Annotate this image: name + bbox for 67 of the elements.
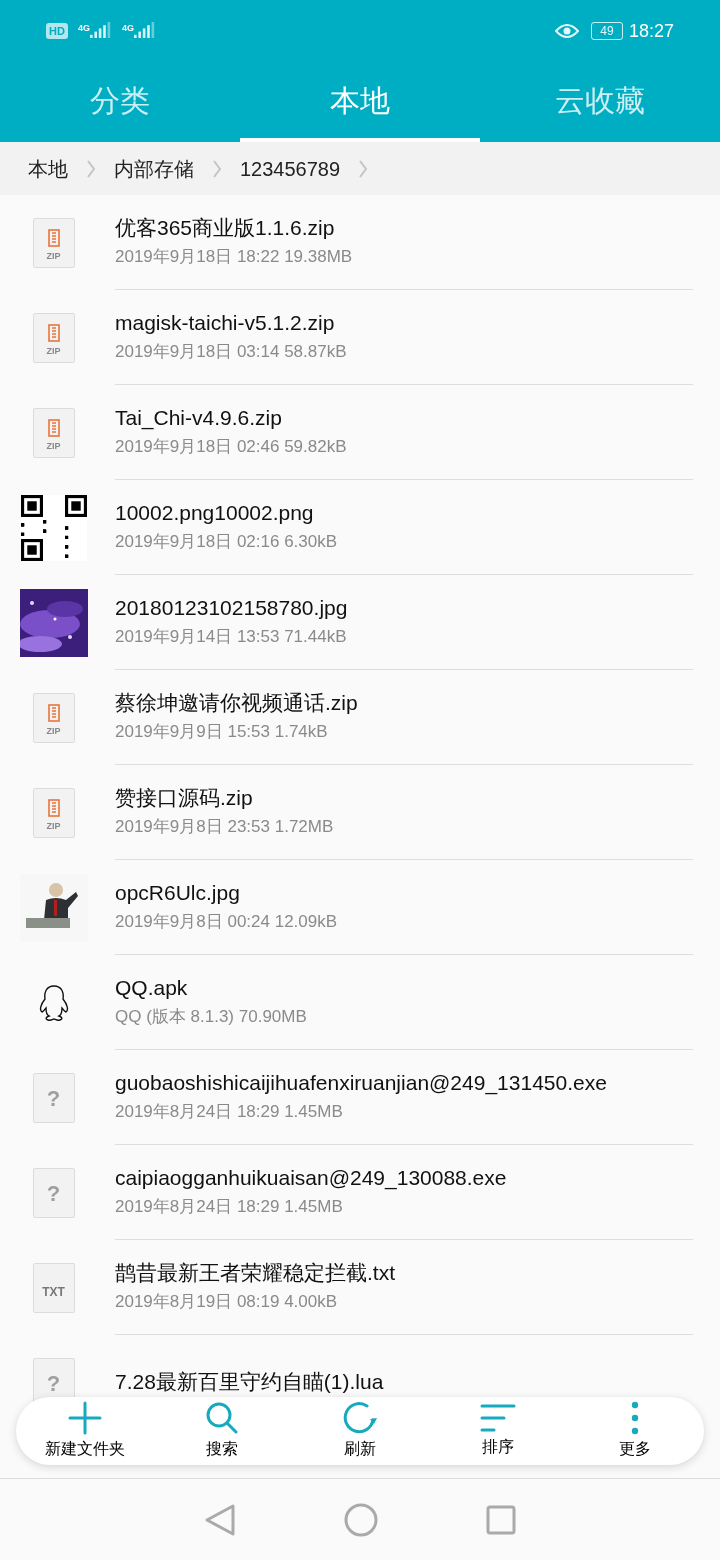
- toolbar-button[interactable]: 搜索: [153, 1401, 292, 1461]
- toolbar-button[interactable]: 新建文件夹: [16, 1401, 154, 1461]
- network-label: 4G: [121, 22, 134, 35]
- toolbar-button[interactable]: 排序: [428, 1403, 567, 1459]
- refresh-icon: [343, 1401, 377, 1435]
- file-type-label: ZIP: [46, 346, 61, 356]
- status-time: 18:27: [628, 19, 674, 43]
- zipper-icon: [47, 228, 60, 247]
- eye-icon: [554, 23, 579, 39]
- file-type-label: ZIP: [46, 251, 61, 261]
- battery-icon: 49: [590, 22, 623, 40]
- file-name: guobaoshishicaijihuafenxiruanjian@249_131450.exe: [115, 1070, 608, 1097]
- zipper-icon: [47, 798, 60, 817]
- sort-icon: [479, 1403, 516, 1433]
- file-type-label: ?: [46, 1182, 61, 1205]
- file-type-label: TXT: [42, 1285, 65, 1298]
- zipper-icon: [47, 323, 60, 342]
- file-details: 2019年9月8日 23:53 1.72MB: [115, 816, 335, 838]
- toolbar-button[interactable]: 更多: [566, 1401, 704, 1461]
- file-type-label: ?: [46, 1087, 61, 1110]
- qr-code-icon: [20, 494, 87, 561]
- recents-icon[interactable]: [486, 1504, 516, 1535]
- chevron-right-icon: [358, 158, 369, 179]
- search-icon: [205, 1401, 240, 1435]
- file-details: 2019年9月14日 13:53 71.44kB: [115, 626, 348, 648]
- plus-icon: [67, 1401, 102, 1435]
- file-details: 2019年9月18日 02:16 6.30kB: [115, 531, 339, 553]
- file-name: 蔡徐坤邀请你视频通话.zip: [115, 690, 359, 716]
- file-type-label: ?: [46, 1372, 61, 1395]
- zipper-icon: [47, 418, 60, 437]
- file-details: 2019年8月24日 18:29 1.45MB: [115, 1101, 344, 1123]
- file-details: 2019年9月8日 00:24 12.09kB: [115, 911, 339, 933]
- file-type-label: ZIP: [46, 726, 61, 736]
- breadcrumb-item[interactable]: 本地: [28, 153, 68, 184]
- zipper-icon: [47, 703, 60, 722]
- file-details: QQ (版本 8.1.3) 70.90MB: [115, 1006, 308, 1028]
- file-name: 20180123102158780.jpg: [115, 595, 349, 621]
- file-name: 鹊昔最新王者荣耀稳定拦截.txt: [115, 1260, 396, 1286]
- breadcrumb-item[interactable]: 123456789: [240, 153, 341, 184]
- file-details: 2019年9月18日 18:22 19.38MB: [115, 246, 354, 268]
- file-details: 2019年9月18日 02:46 59.82kB: [115, 436, 348, 458]
- file-name: caipiaogganhuikuaisan@249_130088.exe: [115, 1165, 508, 1192]
- file-type-label: ZIP: [46, 821, 61, 831]
- more-icon: [631, 1401, 640, 1435]
- file-details: 2019年9月18日 03:14 58.87kB: [115, 341, 348, 363]
- file-name: 赞接口源码.zip: [115, 785, 254, 811]
- file-type-label: ZIP: [46, 441, 61, 451]
- file-details: 2019年9月9日 15:53 1.74kB: [115, 721, 329, 743]
- home-icon[interactable]: [344, 1502, 378, 1537]
- chevron-right-icon: [212, 158, 222, 179]
- file-name: Tai_Chi-v4.9.6.zip: [115, 405, 283, 432]
- file-name: opcR6Ulc.jpg: [115, 880, 241, 906]
- file-name: 优客365商业版1.1.6.zip: [115, 215, 336, 241]
- toolbar-button[interactable]: 刷新: [291, 1401, 429, 1461]
- chevron-right-icon: [86, 158, 96, 179]
- file-details: 2019年8月19日 08:19 4.00kB: [115, 1291, 339, 1313]
- signal-icon: [89, 22, 112, 40]
- signal-icon: [133, 22, 156, 40]
- file-name: 7.28最新百里守约自瞄(1).lua: [115, 1369, 385, 1395]
- breadcrumb-item[interactable]: 内部存储: [114, 153, 194, 184]
- back-icon[interactable]: [204, 1502, 236, 1537]
- file-name: QQ.apk: [115, 975, 189, 1001]
- file-name: 10002.png10002.png: [115, 500, 315, 526]
- network-label: 4G: [77, 22, 90, 35]
- hd-badge: HD: [46, 23, 68, 39]
- file-name: magisk-taichi-v5.1.2.zip: [115, 310, 336, 336]
- file-details: 2019年8月24日 18:29 1.45MB: [115, 1196, 344, 1218]
